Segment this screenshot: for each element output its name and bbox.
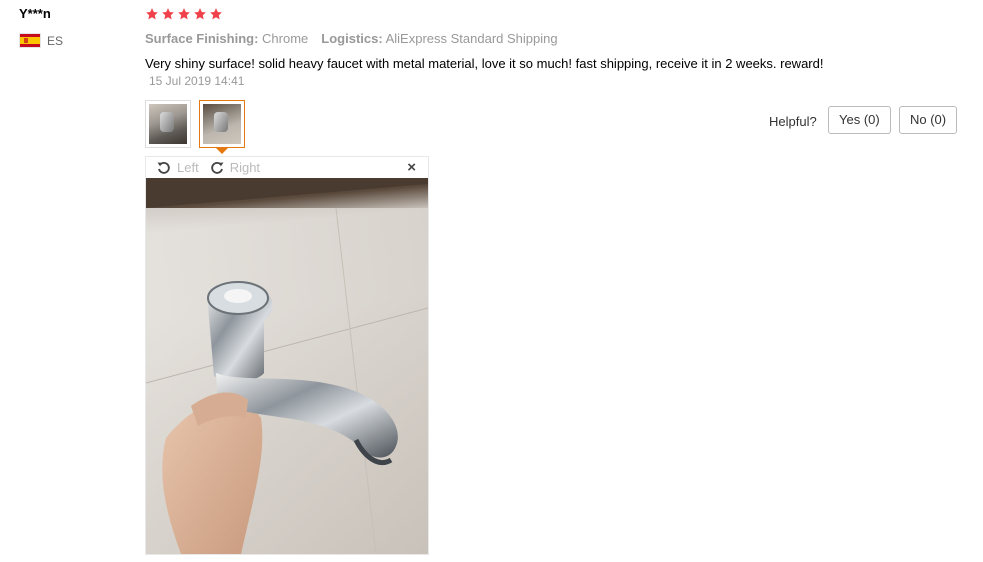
star-icon bbox=[162, 8, 174, 20]
review-date: 15 Jul 2019 14:41 bbox=[149, 74, 245, 88]
surface-finishing-value: Chrome bbox=[262, 31, 309, 46]
rotate-left-label: Left bbox=[177, 160, 199, 175]
rotate-right-button[interactable]: Right bbox=[209, 160, 260, 176]
review-photo-large bbox=[146, 178, 428, 554]
logistics-key: Logistics: bbox=[321, 31, 383, 46]
star-icon bbox=[194, 8, 206, 20]
helpful-yes-button[interactable]: Yes (0) bbox=[828, 106, 891, 134]
helpful-no-button[interactable]: No (0) bbox=[899, 106, 958, 134]
surface-finishing-key: Surface Finishing: bbox=[145, 31, 259, 46]
country-code: ES bbox=[47, 33, 64, 48]
reviewer-country: ES bbox=[19, 33, 63, 48]
close-viewer-button[interactable]: × bbox=[407, 159, 416, 176]
star-icon bbox=[210, 8, 222, 20]
logistics-attr: Logistics: AliExpress Standard Shipping bbox=[321, 31, 557, 46]
review-text: Very shiny surface! solid heavy faucet w… bbox=[145, 56, 824, 71]
selected-thumbnail-pointer bbox=[216, 148, 228, 154]
surface-finishing-attr: Surface Finishing: Chrome bbox=[145, 31, 308, 46]
thumbnail-image bbox=[149, 104, 187, 144]
helpful-label: Helpful? bbox=[769, 114, 817, 129]
rotate-left-button[interactable]: Left bbox=[156, 160, 199, 176]
review-photo-thumbnail-selected[interactable] bbox=[199, 100, 245, 148]
rotate-right-label: Right bbox=[229, 160, 261, 175]
thumbnail-image bbox=[203, 104, 241, 144]
faucet-photo bbox=[146, 178, 428, 554]
photo-viewer-toolbar: Left Right × bbox=[146, 157, 428, 178]
star-icon bbox=[178, 8, 190, 20]
spain-flag-icon bbox=[19, 33, 41, 48]
rotate-right-icon bbox=[210, 161, 224, 174]
review-photo-thumbnail[interactable] bbox=[145, 100, 191, 148]
photo-viewer: Left Right × bbox=[145, 156, 429, 555]
star-icon bbox=[146, 8, 158, 20]
reviewer-name: Y***n bbox=[19, 6, 51, 21]
logistics-value: AliExpress Standard Shipping bbox=[385, 31, 558, 46]
product-attributes: Surface Finishing: Chrome Logistics: Ali… bbox=[145, 31, 558, 46]
star-rating bbox=[145, 7, 223, 21]
rotate-left-icon bbox=[157, 161, 170, 174]
